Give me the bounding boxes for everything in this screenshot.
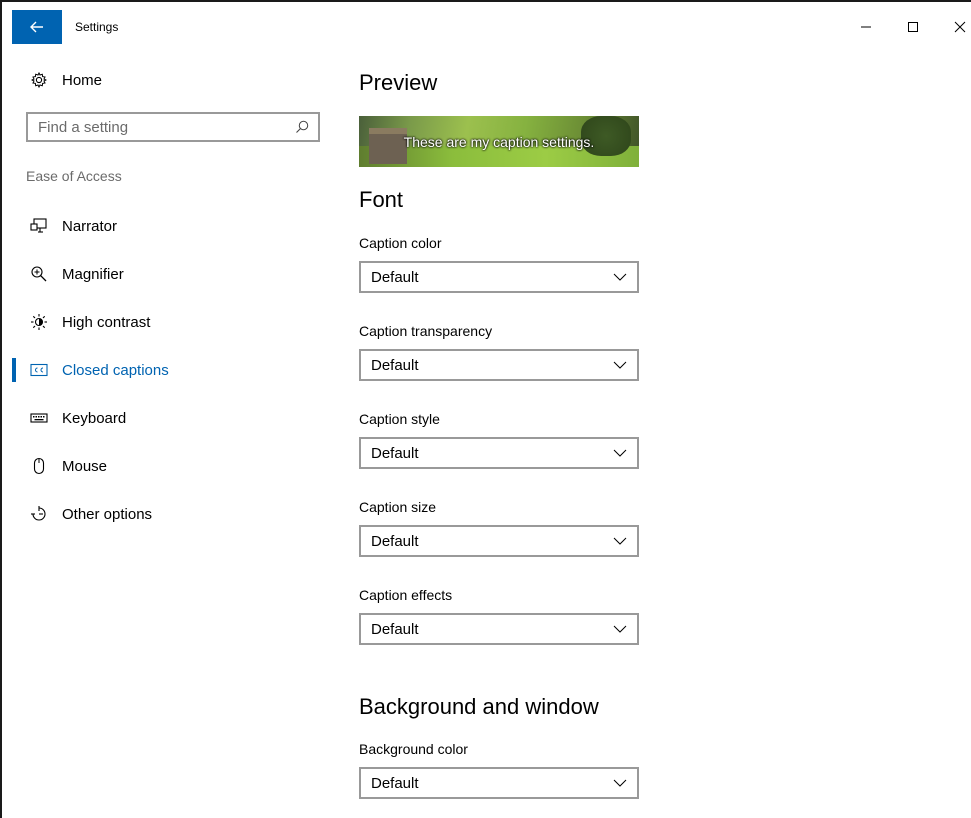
caption-color-label: Caption color [359, 235, 442, 251]
sidebar: Home Ease of Access Narrator [12, 60, 332, 818]
close-button[interactable] [937, 10, 971, 44]
sidebar-item-narrator[interactable]: Narrator [12, 206, 332, 246]
sidebar-item-high-contrast[interactable]: High contrast [12, 302, 332, 342]
dropdown-value: Default [371, 532, 419, 550]
caption-style-label: Caption style [359, 411, 440, 427]
caption-transparency-label: Caption transparency [359, 323, 493, 339]
sidebar-item-label: Magnifier [62, 265, 124, 283]
close-icon [954, 21, 966, 33]
maximize-button[interactable] [890, 10, 936, 44]
sidebar-item-label: Other options [62, 505, 153, 523]
sidebar-item-label: Home [62, 71, 103, 89]
sidebar-item-label: High contrast [62, 313, 151, 331]
background-color-label: Background color [359, 741, 468, 757]
dropdown-value: Default [371, 774, 419, 792]
selection-indicator [12, 358, 16, 382]
narrator-icon [30, 217, 48, 235]
high-contrast-icon [30, 313, 48, 331]
caption-transparency-dropdown[interactable]: Default [359, 349, 639, 381]
chevron-down-icon [613, 449, 627, 457]
other-options-icon [30, 505, 48, 523]
minimize-button[interactable] [843, 10, 889, 44]
sidebar-item-keyboard[interactable]: Keyboard [12, 398, 332, 438]
window-title: Settings [75, 20, 119, 34]
section-label: Ease of Access [26, 168, 122, 184]
sidebar-item-other-options[interactable]: Other options [12, 494, 332, 534]
caption-effects-label: Caption effects [359, 587, 453, 603]
mouse-icon [30, 457, 48, 475]
search-icon[interactable] [292, 120, 312, 134]
sidebar-item-label: Mouse [62, 457, 108, 475]
gear-icon [30, 71, 48, 89]
closed-captions-icon [30, 361, 48, 379]
preview-heading: Preview [359, 70, 438, 95]
caption-style-dropdown[interactable]: Default [359, 437, 639, 469]
caption-preview: These are my caption settings. [359, 116, 639, 167]
settings-window: Settings Home Find a setting Ease of Acc… [0, 0, 971, 818]
title-bar: Settings [2, 2, 971, 44]
search-box[interactable] [26, 112, 320, 142]
chevron-down-icon [613, 537, 627, 545]
keyboard-icon [30, 409, 48, 427]
minimize-icon [861, 26, 871, 28]
magnifier-icon [30, 265, 48, 283]
background-window-heading: Background and window [359, 694, 599, 719]
chevron-down-icon [613, 361, 627, 369]
search-input[interactable] [28, 117, 292, 137]
dropdown-value: Default [371, 444, 419, 462]
preview-caption-text: These are my caption settings. [403, 134, 595, 150]
background-color-dropdown[interactable]: Default [359, 767, 639, 799]
chevron-down-icon [613, 625, 627, 633]
caption-color-dropdown[interactable]: Default [359, 261, 639, 293]
sidebar-item-label: Narrator [62, 217, 118, 235]
font-heading: Font [359, 187, 404, 212]
chevron-down-icon [613, 779, 627, 787]
sidebar-item-label: Keyboard [62, 409, 127, 427]
caption-effects-dropdown[interactable]: Default [359, 613, 639, 645]
sidebar-item-label: Closed captions [62, 361, 169, 379]
caption-size-label: Caption size [359, 499, 437, 515]
sidebar-item-home[interactable]: Home [12, 60, 332, 100]
dropdown-value: Default [371, 268, 419, 286]
back-button[interactable] [12, 10, 62, 44]
dropdown-value: Default [371, 356, 419, 374]
dropdown-value: Default [371, 620, 419, 638]
sidebar-item-mouse[interactable]: Mouse [12, 446, 332, 486]
maximize-icon [908, 22, 918, 32]
sidebar-item-magnifier[interactable]: Magnifier [12, 254, 332, 294]
back-arrow-icon [30, 21, 43, 33]
chevron-down-icon [613, 273, 627, 281]
caption-size-dropdown[interactable]: Default [359, 525, 639, 557]
sidebar-item-closed-captions[interactable]: Closed captions [12, 350, 332, 390]
